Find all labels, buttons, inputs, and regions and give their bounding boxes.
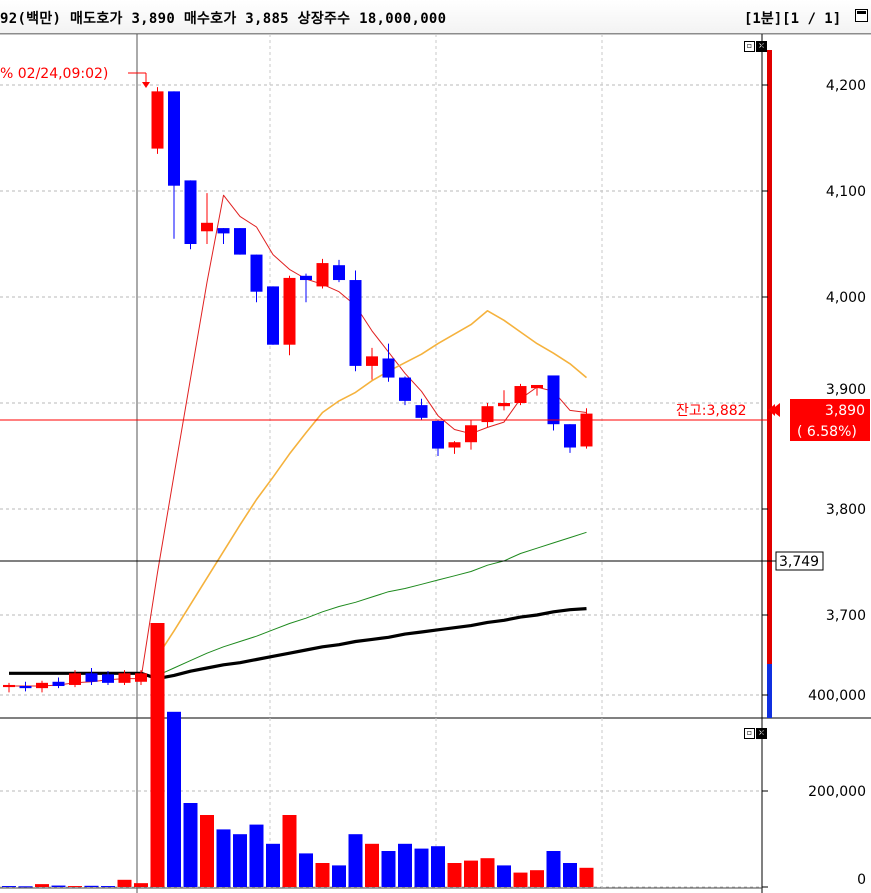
volume-bar	[200, 815, 214, 887]
candle-body	[36, 682, 48, 689]
volume-bar	[431, 846, 445, 887]
high-annotation: % 02/24,09:02)	[0, 66, 108, 82]
candle-body	[102, 674, 114, 683]
price-axis-label: 4,000	[826, 290, 866, 306]
current-price: 3,890	[825, 403, 865, 419]
candle-body	[151, 91, 164, 149]
volume-bar	[84, 885, 99, 887]
price-axis-label: 4,200	[826, 78, 866, 94]
candle-body	[316, 263, 329, 287]
price-axis: 4,200 4,100 4,000 3,800 3,700 3,900	[762, 78, 866, 624]
volume-bar	[150, 623, 165, 887]
candle-body	[69, 673, 81, 685]
volume-axis-label: 400,000	[808, 688, 866, 704]
volume-bar	[464, 860, 478, 887]
volume-bar	[134, 883, 148, 887]
candle-body	[498, 403, 510, 407]
candle-body	[85, 673, 98, 682]
volume-bar	[497, 865, 511, 887]
volume-bar	[315, 863, 330, 887]
candle-body	[168, 91, 180, 186]
change-percent: ( 6.58%)	[797, 424, 857, 440]
volume-bar	[563, 863, 577, 887]
price-axis-label: 3,700	[826, 608, 866, 624]
price-range-bar-low	[767, 664, 772, 718]
ma120-line	[9, 607, 587, 681]
crosshair-price: 3,749	[779, 554, 819, 570]
volume-bar	[282, 815, 297, 887]
candle-body	[349, 280, 362, 366]
candle-body	[201, 222, 213, 232]
volume-bar	[348, 834, 363, 887]
candle-body	[118, 673, 131, 683]
price-range-bar	[767, 50, 772, 668]
volume-bar	[233, 834, 247, 887]
volume-bar	[579, 867, 594, 887]
annotation-arrow-icon	[142, 82, 150, 88]
candle-body	[300, 275, 312, 281]
volume-bar	[381, 851, 396, 887]
candle-body	[283, 277, 296, 345]
volume-bar	[51, 885, 66, 887]
candle-body	[432, 421, 444, 449]
volume-bar	[68, 886, 82, 888]
candle-body	[135, 673, 147, 682]
candle-body	[514, 386, 527, 403]
volume-bar	[480, 858, 495, 887]
candles	[3, 87, 593, 693]
candle-body	[52, 681, 65, 687]
volume-bar	[414, 848, 429, 887]
candle-body	[250, 254, 263, 292]
current-price-marker-icon	[771, 403, 780, 417]
volume-axis-label: 200,000	[808, 784, 866, 800]
volume-bar	[530, 870, 544, 887]
candle-body	[333, 265, 345, 281]
candle-body	[580, 413, 593, 447]
candle-body	[531, 384, 543, 389]
volume-bars	[2, 623, 594, 888]
candle-body	[267, 286, 279, 345]
volume-bar	[167, 711, 181, 887]
volume-bar	[299, 853, 313, 887]
candle-body	[448, 442, 461, 448]
candle-body	[3, 684, 15, 688]
volume-bar	[18, 886, 33, 888]
volume-bar	[249, 824, 264, 887]
price-axis-label: 3,800	[826, 502, 866, 518]
volume-bar	[35, 884, 49, 887]
volume-bar	[2, 886, 16, 888]
candle-body	[234, 228, 246, 255]
candle-body	[382, 358, 395, 378]
candle-body	[184, 180, 197, 244]
candle-body	[19, 686, 32, 689]
volume-bar	[365, 843, 379, 887]
candle-body	[465, 425, 477, 443]
price-axis-label-partial: 3,900	[826, 382, 866, 398]
candle-body	[217, 228, 230, 234]
volume-bar	[266, 843, 280, 887]
volume-bar	[398, 843, 412, 887]
volume-axis-label: 0	[857, 872, 866, 888]
candle-body	[399, 377, 411, 401]
remain-label: 잔고:3,882	[676, 403, 747, 419]
chart-canvas[interactable]: 4,200 4,100 4,000 3,800 3,700 3,900 400,000 20…	[0, 0, 871, 893]
candle-body	[415, 405, 428, 418]
candle-body	[366, 356, 378, 366]
volume-bar	[216, 829, 231, 887]
volume-bar	[513, 872, 528, 887]
volume-bar	[332, 865, 346, 887]
volume-bar	[546, 851, 561, 887]
candle-body	[564, 424, 576, 448]
ma5-line	[9, 194, 587, 687]
volume-bar	[101, 886, 115, 888]
price-axis-label: 4,100	[826, 184, 866, 200]
volume-bar	[183, 803, 198, 887]
volume-bar	[117, 879, 132, 887]
candle-body	[547, 375, 560, 425]
volume-bar	[447, 863, 462, 887]
moving-averages	[9, 194, 588, 687]
grid	[0, 34, 762, 888]
